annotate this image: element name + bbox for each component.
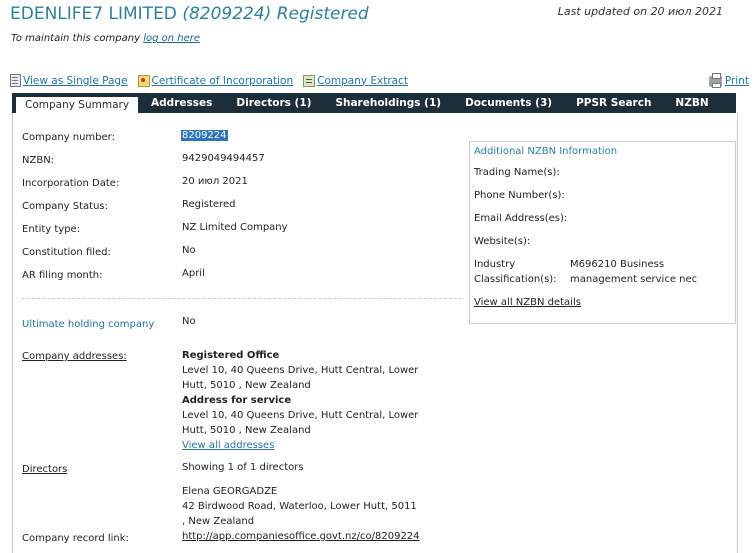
registered-office-line1: Level 10, 40 Queens Drive, Hutt Central,… bbox=[182, 365, 419, 376]
nzbn-info-box: Additional NZBN Information Trading Name… bbox=[469, 141, 736, 324]
constitution-label: Constitution filed: bbox=[22, 247, 111, 258]
log-on-link[interactable]: log on here bbox=[143, 33, 200, 44]
printer-icon bbox=[708, 72, 722, 88]
extract-link-wrap[interactable]: Company Extract bbox=[303, 74, 408, 87]
company-extract-link[interactable]: Company Extract bbox=[317, 75, 408, 87]
record-link[interactable]: http://app.companiesoffice.govt.nz/co/82… bbox=[182, 531, 420, 542]
page-title: EDENLIFE7 LIMITED (8209224) Registered bbox=[10, 4, 369, 24]
company-number-heading: (8209224) bbox=[182, 4, 272, 24]
address-for-service-title: Address for service bbox=[182, 395, 292, 406]
constitution-value: No bbox=[182, 245, 196, 256]
industry-value-1: M696210 Business bbox=[570, 259, 665, 270]
certificate-link[interactable]: Certificate of Incorporation bbox=[152, 75, 294, 87]
tab-shareholdings[interactable]: Shareholdings (1) bbox=[323, 93, 453, 113]
trading-names-label: Trading Name(s): bbox=[474, 167, 560, 178]
top-links: View as Single Page Certificate of Incor… bbox=[10, 74, 408, 87]
tab-directors[interactable]: Directors (1) bbox=[224, 93, 323, 113]
addresses-block: Registered Office Level 10, 40 Queens Dr… bbox=[182, 348, 418, 453]
ar-filing-value: April bbox=[182, 268, 205, 279]
director-address-line2: , New Zealand bbox=[182, 516, 255, 527]
ar-filing-label: AR filing month: bbox=[22, 270, 103, 281]
nzbn-box-title: Additional NZBN Information bbox=[474, 146, 618, 157]
single-page-link-wrap[interactable]: View as Single Page bbox=[10, 74, 128, 87]
tab-bar: Company Summary Addresses Directors (1) … bbox=[12, 93, 736, 113]
director-name: Elena GEORGADZE bbox=[182, 486, 278, 497]
director-address-line1: 42 Birdwood Road, Waterloo, Lower Hutt, … bbox=[182, 501, 417, 512]
industry-value-2: management service nec bbox=[570, 274, 698, 285]
company-addresses-link[interactable]: Company addresses: bbox=[22, 351, 127, 362]
certificate-icon bbox=[137, 74, 150, 87]
address-for-service-line1: Level 10, 40 Queens Drive, Hutt Central,… bbox=[182, 410, 419, 421]
view-single-page-link[interactable]: View as Single Page bbox=[23, 75, 128, 87]
websites-label: Website(s): bbox=[474, 236, 531, 247]
certificate-link-wrap[interactable]: Certificate of Incorporation bbox=[137, 74, 294, 87]
last-updated: Last updated on 20 июл 2021 bbox=[557, 5, 723, 18]
nzbn-value: 9429049494457 bbox=[182, 153, 265, 164]
maintain-notice: To maintain this company log on here bbox=[11, 33, 200, 44]
section-divider bbox=[22, 298, 462, 299]
ultimate-holding-value: No bbox=[182, 316, 196, 327]
tab-nzbn[interactable]: NZBN bbox=[663, 93, 720, 113]
print-link[interactable]: Print bbox=[725, 75, 749, 87]
tab-company-summary[interactable]: Company Summary bbox=[15, 96, 140, 113]
incorporation-date-value: 20 июл 2021 bbox=[182, 176, 248, 187]
company-status-label: Company Status: bbox=[22, 201, 108, 212]
registered-office-title: Registered Office bbox=[182, 350, 280, 361]
phone-numbers-label: Phone Number(s): bbox=[474, 190, 565, 201]
nzbn-label: NZBN: bbox=[22, 155, 55, 166]
view-all-addresses-link[interactable]: View all addresses bbox=[182, 440, 274, 451]
company-number-selected[interactable]: 8209224 bbox=[181, 130, 228, 141]
address-for-service-line2: Hutt, 5010 , New Zealand bbox=[182, 425, 311, 436]
view-all-nzbn-link[interactable]: View all NZBN details bbox=[474, 297, 581, 308]
print-control[interactable]: Print bbox=[708, 72, 749, 88]
company-status-heading: Registered bbox=[276, 4, 369, 24]
tab-addresses[interactable]: Addresses bbox=[139, 93, 224, 113]
tab-documents[interactable]: Documents (3) bbox=[453, 93, 564, 113]
email-addresses-label: Email Address(es): bbox=[474, 213, 568, 224]
entity-type-value: NZ Limited Company bbox=[182, 222, 288, 233]
company-name: EDENLIFE7 LIMITED bbox=[10, 4, 177, 24]
maintain-prefix: To maintain this company bbox=[11, 33, 141, 44]
company-number-label: Company number: bbox=[22, 132, 115, 143]
entity-type-label: Entity type: bbox=[22, 224, 81, 235]
industry-label-2: Classification(s): bbox=[474, 274, 557, 285]
extract-icon bbox=[303, 74, 316, 87]
directors-showing: Showing 1 of 1 directors bbox=[182, 462, 304, 473]
record-link-label: Company record link: bbox=[22, 533, 129, 544]
industry-label-1: Industry bbox=[474, 259, 516, 270]
registered-office-line2: Hutt, 5010 , New Zealand bbox=[182, 380, 311, 391]
company-number-value[interactable]: 8209224 bbox=[181, 130, 228, 141]
company-status-value: Registered bbox=[182, 199, 236, 210]
directors-link[interactable]: Directors bbox=[22, 464, 67, 475]
page-icon bbox=[10, 74, 21, 87]
director-block: Elena GEORGADZE 42 Birdwood Road, Waterl… bbox=[182, 484, 417, 529]
incorporation-date-label: Incorporation Date: bbox=[22, 178, 120, 189]
tab-ppsr-search[interactable]: PPSR Search bbox=[564, 93, 663, 113]
ultimate-holding-label: Ultimate holding company bbox=[22, 319, 155, 330]
